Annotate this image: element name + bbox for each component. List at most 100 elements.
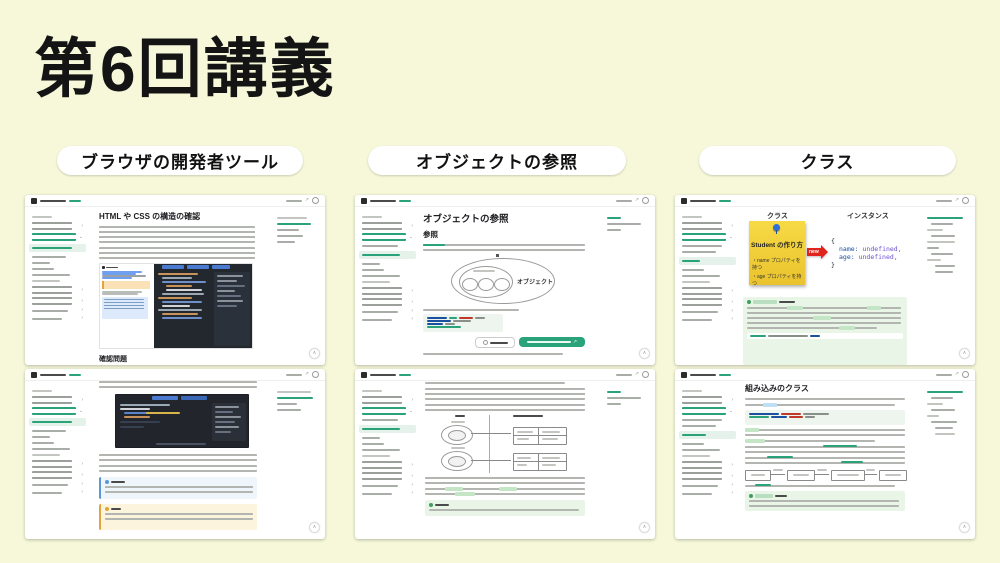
page-content [99,381,257,530]
chevron-down-icon: ⌄ [409,235,413,240]
sidebar-item: › [362,483,413,488]
callout-text [105,486,253,493]
callout-title-row [747,300,903,304]
code-value: undefined, [859,253,898,261]
inline-link-highlight [841,461,863,463]
green-callout [743,297,907,365]
page-heading: 組み込みのクラス [745,383,905,394]
sidebar: › ⌄ › › › › [25,380,89,539]
sidebar-item [362,455,390,457]
toc-link [927,259,941,261]
paragraph-text [423,353,563,355]
toc-link [277,229,299,231]
sidebar-item-text [32,471,72,479]
devtools-code-line [124,416,150,418]
chain-arrow-label [773,469,783,471]
sidebar-item: › [362,287,413,295]
page-content [425,382,585,516]
table-cell-text [517,431,533,433]
diagram-var-label [451,421,465,423]
site-name-text [40,374,66,376]
external-link-icon: ↗ [955,198,959,203]
paragraph-text [745,429,905,436]
devtools-panel-line [215,421,235,423]
devtools-code-line [120,404,170,406]
chain-box [787,470,815,481]
sidebar-item [682,281,710,283]
devtools-code-line [120,408,150,410]
devtools-code-line [166,289,202,291]
sidebar-item-text [362,311,398,313]
callout-tag [753,300,777,304]
table-cell-text [542,431,560,433]
code-line [427,323,499,325]
chevron-right-icon: › [411,300,413,305]
sidebar-item: › [32,482,83,487]
sidebar-item: › [682,317,733,322]
sidebar-item-text [32,484,68,486]
instance-column-label: インスタンス [847,211,889,221]
tip-icon [749,494,753,498]
sidebar-item: › [682,287,733,295]
external-link-icon: ↗ [305,198,309,203]
devtools-panel-line [215,416,241,418]
chain-arrow [771,474,785,475]
sidebar-item: ⌄ [362,233,413,241]
devtools-code-line [162,317,202,319]
paragraph-text [425,477,585,484]
sticky-note-bullet: ・name プロパティを持つ [752,257,805,271]
nav-link [69,200,81,202]
table-col-divider [538,428,539,444]
inline-code-chip [455,492,475,496]
thumbnail-devtools-page2: ↗ › ⌄ › › › › [25,369,325,539]
page-content: 組み込みのクラス [745,383,905,511]
new-arrow-head [821,245,828,259]
paragraph [745,485,905,487]
sidebar-item: ⌄ [32,407,83,415]
sidebar-item [32,442,54,444]
diagram-column-label [513,415,543,417]
paragraph-text [745,446,905,453]
diagram-arrow [471,433,511,434]
thumbnail-class-page1: ↗ › ⌄ › › › › クラス インスタンス Student の作り方 ・n… [675,195,975,365]
mini-site-header [102,266,152,269]
callout-tag [755,494,773,498]
chain-arrow-label [866,469,875,471]
sidebar-item [682,443,704,445]
paragraph [423,244,585,251]
sidebar-item: › [682,461,733,469]
sidebar-item-text [32,318,62,320]
nav-right-link [936,374,952,376]
code-line [427,317,499,319]
page-heading: オブジェクトの参照 [423,211,585,225]
external-link-icon: ↗ [635,372,639,377]
section-label-object-reference: オブジェクトの参照 [368,146,626,175]
sidebar-item: › [682,309,733,314]
toc-link [277,403,297,405]
sidebar-item-text [362,319,392,321]
sidebar-item: › [32,471,83,479]
copy-icon [483,340,488,345]
sidebar-item-text [362,396,402,404]
paragraph-text [425,382,565,384]
site-name-text [370,200,396,202]
sidebar-item: › [32,490,83,495]
thumbnail-devtools-page1: ↗ › ⌄ › › › › HTML や CSS の構造の確認 [25,195,325,365]
sidebar-item-text [32,396,72,404]
devtools-screenshot [99,263,253,349]
sidebar-item [682,425,716,427]
sidebar-item: › [362,298,413,306]
devtools-style-line [217,280,237,282]
sidebar-item [32,448,70,450]
toc-link [935,271,953,273]
nav-link [399,374,411,376]
theme-toggle-icon [962,197,969,204]
callout-text [105,513,253,520]
sidebar-item-text [682,311,718,313]
sidebar-item: › [362,396,413,404]
sidebar-item: › [32,286,83,294]
chevron-right-icon: › [81,490,83,495]
back-to-top-button: ∧ [639,348,650,359]
paragraph [745,440,905,442]
mini-link-text [102,277,132,279]
